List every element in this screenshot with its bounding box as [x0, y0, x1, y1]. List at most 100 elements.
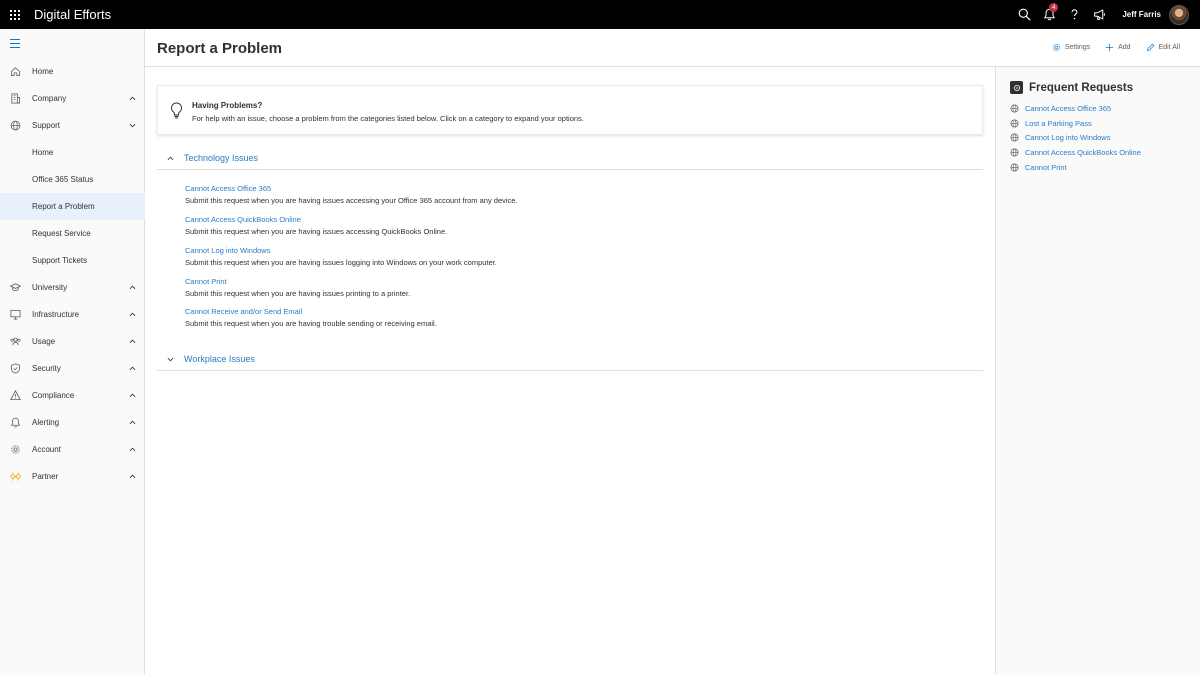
settings-label: Settings: [1064, 44, 1091, 51]
request-link[interactable]: Cannot Access QuickBooks Online: [185, 215, 447, 224]
sidebar-item-label: University: [32, 283, 68, 292]
people-icon: [10, 336, 21, 347]
globe-icon: [1010, 148, 1019, 157]
add-button[interactable]: Add: [1105, 43, 1131, 52]
graduation-cap-icon: [10, 282, 21, 293]
notifications-button[interactable]: 4: [1037, 0, 1062, 29]
info-card: Having Problems? For help with an issue,…: [157, 85, 983, 135]
sidebar-item-infrastructure[interactable]: Infrastructure: [0, 301, 145, 328]
page-header: Report a Problem Settings Add Edit All: [145, 29, 1200, 67]
list-item: Cannot Receive and/or Send Email Submit …: [185, 307, 437, 328]
sidebar-subitem-label: Home: [32, 148, 54, 157]
list-item: Cannot Print Submit this request when yo…: [185, 277, 410, 298]
gear-icon: [10, 444, 21, 455]
request-link[interactable]: Cannot Print: [185, 277, 410, 286]
section-title[interactable]: Technology Issues: [184, 153, 258, 163]
app-title[interactable]: Digital Efforts: [34, 7, 111, 22]
settings-button[interactable]: Settings: [1052, 43, 1090, 52]
chevron-up-icon[interactable]: [129, 284, 136, 291]
chevron-up-icon[interactable]: [129, 392, 136, 399]
sidebar-subitem-label: Office 365 Status: [32, 175, 94, 184]
request-link[interactable]: Cannot Access Office 365: [185, 184, 518, 193]
section-technology-issues[interactable]: Technology Issues: [157, 148, 983, 170]
headset-icon: [1010, 81, 1023, 94]
sidebar-subitem-report-a-problem[interactable]: Report a Problem: [0, 193, 145, 220]
monitor-icon: [10, 309, 21, 320]
sidebar-item-label: Support: [32, 121, 61, 130]
chevron-up-icon[interactable]: [167, 155, 174, 162]
chevron-up-icon[interactable]: [129, 365, 136, 372]
sidebar-item-label: Compliance: [32, 391, 75, 400]
sidebar-item-company[interactable]: Company: [0, 85, 145, 112]
frequent-request-item[interactable]: Cannot Print: [1010, 163, 1067, 172]
sidebar-item-label: Home: [32, 67, 54, 76]
sidebar-item-label: Alerting: [32, 418, 60, 427]
section-title[interactable]: Workplace Issues: [184, 354, 255, 364]
frequent-request-link[interactable]: Cannot Log into Windows: [1025, 133, 1110, 142]
sidebar-subitem-request-service[interactable]: Request Service: [0, 220, 145, 247]
frequent-requests-panel: Frequent Requests Cannot Access Office 3…: [995, 67, 1200, 675]
sidebar-item-label: Company: [32, 94, 67, 103]
sidebar-subitem-home[interactable]: Home: [0, 139, 145, 166]
frequent-request-link[interactable]: Cannot Access QuickBooks Online: [1025, 148, 1141, 157]
frequent-request-item[interactable]: Lost a Parking Pass: [1010, 119, 1092, 128]
sidebar-item-alerting[interactable]: Alerting: [0, 409, 145, 436]
waffle-icon[interactable]: [0, 0, 30, 29]
megaphone-icon[interactable]: [1087, 0, 1112, 29]
chevron-up-icon[interactable]: [129, 473, 136, 480]
frequent-request-link[interactable]: Cannot Print: [1025, 163, 1067, 172]
hamburger-icon[interactable]: [10, 39, 20, 48]
chevron-down-icon[interactable]: [167, 356, 174, 363]
sidebar-item-university[interactable]: University: [0, 274, 145, 301]
sidebar-item-home[interactable]: Home: [0, 58, 145, 85]
partner-icon: [10, 471, 21, 482]
frequent-request-item[interactable]: Cannot Log into Windows: [1010, 133, 1110, 142]
notification-badge: 4: [1049, 3, 1059, 12]
sidebar-item-account[interactable]: Account: [0, 436, 145, 463]
request-description: Submit this request when you are having …: [185, 289, 411, 298]
bell-icon: [10, 417, 21, 428]
sidebar-item-usage[interactable]: Usage: [0, 328, 145, 355]
section-workplace-issues[interactable]: Workplace Issues: [157, 349, 983, 371]
sidebar-item-security[interactable]: Security: [0, 355, 145, 382]
shield-icon: [10, 363, 21, 374]
plus-icon: [1105, 43, 1114, 52]
sidebar-subitem-label: Request Service: [32, 229, 91, 238]
user-name[interactable]: Jeff Farris: [1122, 10, 1161, 19]
warning-icon: [10, 390, 21, 401]
frequent-request-link[interactable]: Cannot Access Office 365: [1025, 104, 1111, 113]
help-icon[interactable]: [1062, 0, 1087, 29]
sidebar-subitem-label: Support Tickets: [32, 256, 88, 265]
edit-all-label: Edit All: [1158, 44, 1180, 51]
chevron-up-icon[interactable]: [129, 419, 136, 426]
globe-icon: [1010, 163, 1019, 172]
chevron-up-icon[interactable]: [129, 95, 136, 102]
globe-icon: [1010, 104, 1019, 113]
gear-icon: [1052, 43, 1060, 52]
list-item: Cannot Log into Windows Submit this requ…: [185, 246, 497, 267]
request-description: Submit this request when you are having …: [185, 196, 518, 205]
edit-all-button[interactable]: Edit All: [1146, 43, 1180, 52]
sidebar-item-compliance[interactable]: Compliance: [0, 382, 145, 409]
frequent-requests-title: Frequent Requests: [1029, 81, 1134, 94]
top-bar: Digital Efforts 4 Jeff Farris: [0, 0, 1200, 29]
info-title: Having Problems?: [192, 101, 263, 110]
request-link[interactable]: Cannot Log into Windows: [185, 246, 497, 255]
sidebar-subitem-office-365-status[interactable]: Office 365 Status: [0, 166, 145, 193]
frequent-request-item[interactable]: Cannot Access QuickBooks Online: [1010, 148, 1141, 157]
frequent-request-item[interactable]: Cannot Access Office 365: [1010, 104, 1111, 113]
request-link[interactable]: Cannot Receive and/or Send Email: [185, 307, 437, 316]
search-icon[interactable]: [1012, 0, 1037, 29]
chevron-down-icon[interactable]: [129, 122, 136, 129]
avatar[interactable]: [1169, 4, 1189, 25]
sidebar-subitem-support-tickets[interactable]: Support Tickets: [0, 247, 145, 274]
chevron-up-icon[interactable]: [129, 338, 136, 345]
frequent-request-link[interactable]: Lost a Parking Pass: [1025, 119, 1092, 128]
chevron-up-icon[interactable]: [129, 446, 136, 453]
sidebar-item-support[interactable]: Support: [0, 112, 145, 139]
sidebar-item-partner[interactable]: Partner: [0, 463, 145, 490]
globe-icon: [1010, 133, 1019, 142]
sidebar-item-label: Infrastructure: [32, 310, 80, 319]
chevron-up-icon[interactable]: [129, 311, 136, 318]
pencil-icon: [1146, 43, 1154, 51]
